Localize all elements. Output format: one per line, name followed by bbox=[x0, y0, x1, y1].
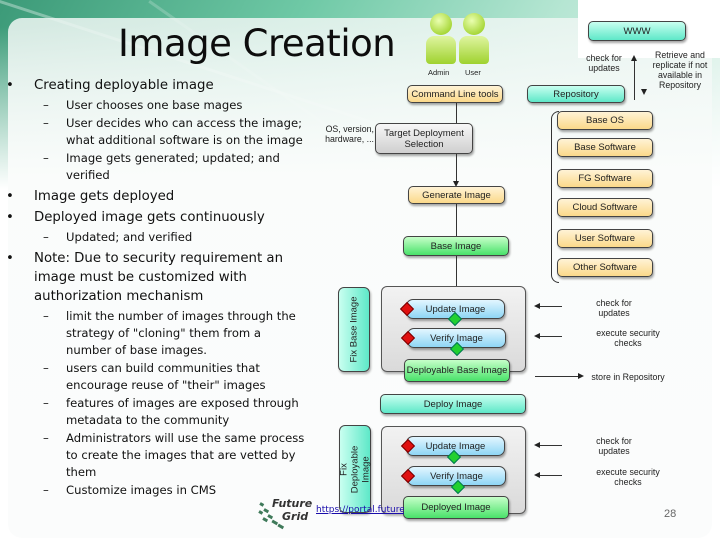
arrow-left-icon bbox=[534, 472, 540, 478]
deployable-base-image-label: Deployable Base Image bbox=[406, 365, 508, 376]
admin-person-icon bbox=[426, 13, 456, 64]
deploy-image-label: Deploy Image bbox=[423, 398, 483, 410]
repository-box: Repository bbox=[527, 85, 625, 103]
arrow-left-icon bbox=[534, 442, 540, 448]
arrow-left-icon bbox=[534, 303, 540, 309]
software-layer-box: Other Software bbox=[557, 258, 653, 277]
target-deployment-selection-box: Target Deployment Selection bbox=[375, 123, 473, 154]
connector bbox=[456, 256, 457, 288]
command-line-tools-box: Command Line tools bbox=[407, 85, 503, 103]
software-layer-label: Cloud Software bbox=[572, 202, 638, 213]
target-deployment-selection-label: Target Deployment Selection bbox=[384, 127, 464, 150]
fix-base-image-label: Fix Base Image bbox=[348, 296, 360, 363]
connector bbox=[634, 60, 635, 100]
page-number: 28 bbox=[664, 508, 677, 520]
portal-link[interactable]: https://portal.futuregrid.org bbox=[316, 505, 404, 515]
software-layer-box: Base Software bbox=[557, 138, 653, 157]
fix-deployable-image-label: Fix Deployable Image bbox=[338, 445, 372, 493]
repository-label: Repository bbox=[553, 88, 599, 100]
deploy-image-box: Deploy Image bbox=[380, 394, 526, 414]
connector bbox=[456, 154, 457, 184]
check-updates-note: check for updates bbox=[596, 436, 632, 456]
arrow-up-icon bbox=[631, 55, 637, 61]
connector bbox=[456, 103, 457, 123]
software-layer-box: FG Software bbox=[557, 169, 653, 188]
logo-text-future: Future bbox=[272, 497, 313, 510]
fix-deployable-image-box: Fix Deployable Image bbox=[338, 425, 372, 513]
connector bbox=[535, 376, 580, 377]
command-line-tools-label: Command Line tools bbox=[411, 88, 499, 100]
base-image-box: Base Image bbox=[403, 236, 509, 256]
arrow-right-icon bbox=[578, 373, 584, 379]
admin-label: Admin bbox=[428, 68, 450, 77]
software-layer-label: FG Software bbox=[578, 173, 632, 184]
update-image-label: Update Image bbox=[425, 440, 486, 452]
software-layer-label: Base OS bbox=[585, 115, 625, 126]
generate-image-label: Generate Image bbox=[422, 189, 491, 201]
software-layer-box: User Software bbox=[557, 229, 653, 248]
base-image-label: Base Image bbox=[430, 240, 482, 252]
software-layer-label: Other Software bbox=[573, 262, 637, 273]
security-checks-note: execute security checks bbox=[596, 328, 660, 348]
software-layer-label: Base Software bbox=[574, 142, 636, 153]
futuregrid-logo: Future Grid bbox=[256, 495, 314, 531]
deployed-image-box: Deployed Image bbox=[403, 496, 509, 519]
check-updates-note: check for updates bbox=[596, 298, 632, 318]
target-note: OS, version, hardware, ... bbox=[325, 124, 374, 144]
security-checks-note: execute security checks bbox=[596, 467, 660, 487]
www-box: WWW bbox=[588, 21, 686, 41]
arrow-left-icon bbox=[534, 333, 540, 339]
fix-base-image-box: Fix Base Image bbox=[338, 287, 370, 372]
image-creation-diagram: Admin User WWW check for updates Retriev… bbox=[0, 0, 720, 540]
store-repository-note: store in Repository bbox=[591, 372, 665, 382]
deployed-image-label: Deployed Image bbox=[421, 502, 491, 513]
connector bbox=[456, 204, 457, 236]
generate-image-box: Generate Image bbox=[408, 186, 505, 204]
logo-text-grid: Grid bbox=[282, 510, 309, 523]
software-brace bbox=[551, 111, 559, 283]
software-layer-box: Cloud Software bbox=[557, 198, 653, 217]
check-updates-note: check for updates bbox=[586, 53, 622, 73]
deployable-base-image-box: Deployable Base Image bbox=[404, 359, 510, 382]
retrieve-note: Retrieve and replicate if not available … bbox=[652, 50, 708, 90]
user-person-icon bbox=[459, 13, 489, 64]
software-layer-box: Base OS bbox=[557, 111, 653, 130]
www-label: WWW bbox=[623, 25, 651, 37]
software-layer-label: User Software bbox=[574, 233, 636, 244]
user-label: User bbox=[465, 68, 481, 77]
arrow-down-icon bbox=[641, 89, 647, 95]
